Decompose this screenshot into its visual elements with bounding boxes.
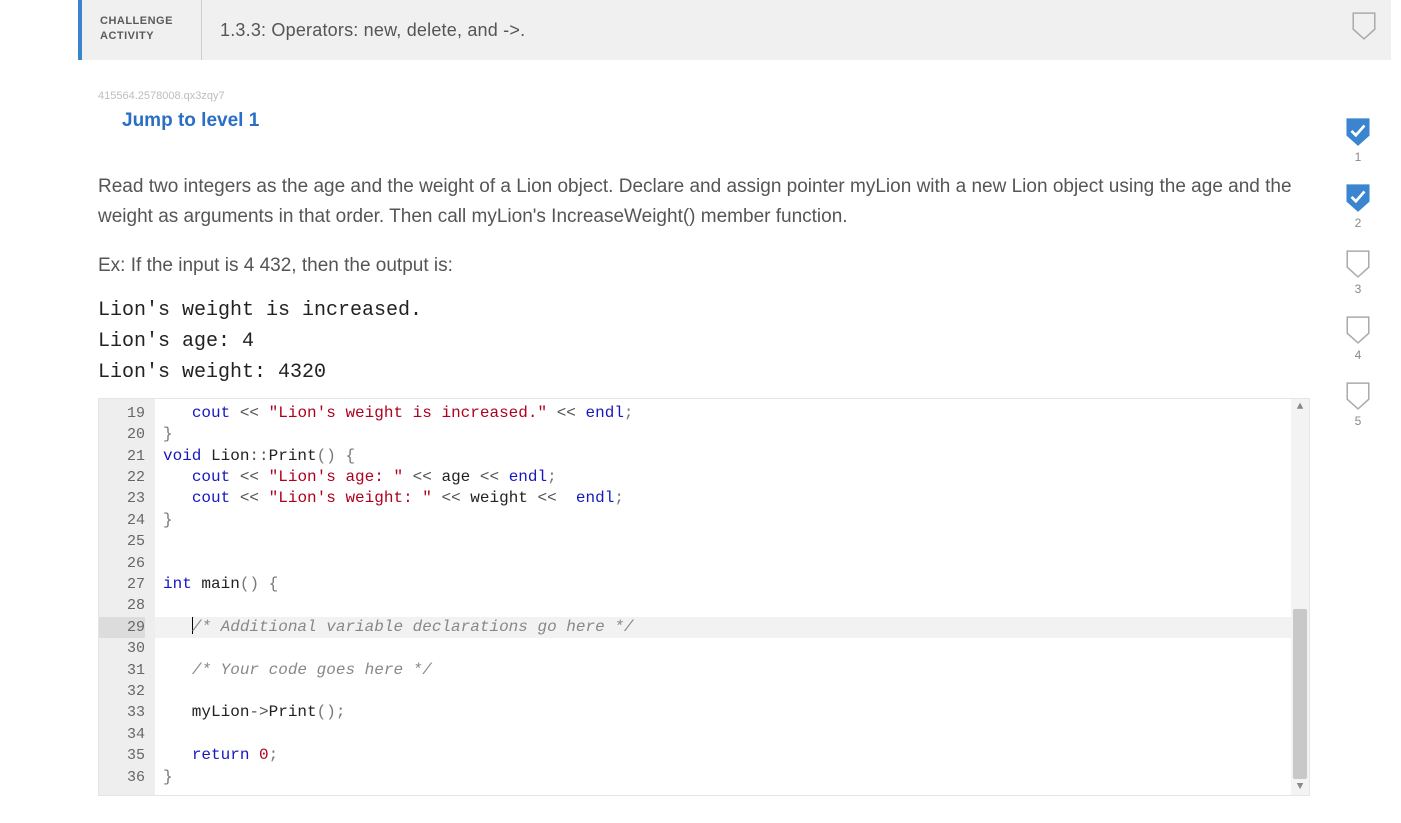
- progress-level-number: 2: [1338, 216, 1378, 230]
- challenge-header: CHALLENGE ACTIVITY 1.3.3: Operators: new…: [78, 0, 1391, 60]
- content-id: 415564.2578008.qx3zqy7: [98, 90, 1401, 102]
- example-output: Lion's weight is increased. Lion's age: …: [98, 295, 1401, 388]
- scroll-down-arrow[interactable]: ▼: [1291, 779, 1309, 795]
- editor-scrollbar[interactable]: ▲ ▼: [1291, 399, 1309, 795]
- editor-code-body[interactable]: cout << "Lion's weight is increased." <<…: [155, 399, 1291, 795]
- shield-empty-icon[interactable]: [1345, 316, 1371, 344]
- progress-column: 1 2 3 4 5: [1338, 118, 1378, 448]
- shield-done-icon[interactable]: [1345, 184, 1371, 212]
- progress-level-number: 1: [1338, 150, 1378, 164]
- progress-level-number: 3: [1338, 282, 1378, 296]
- scroll-up-arrow[interactable]: ▲: [1291, 399, 1309, 415]
- editor-gutter: 192021222324252627282930313233343536: [99, 399, 155, 795]
- scroll-thumb[interactable]: [1293, 609, 1307, 779]
- challenge-label-line1: CHALLENGE: [100, 15, 173, 27]
- shield-empty-icon[interactable]: [1345, 250, 1371, 278]
- challenge-label-line2: ACTIVITY: [100, 30, 154, 42]
- progress-level-number: 4: [1338, 348, 1378, 362]
- problem-description: Read two integers as the age and the wei…: [98, 172, 1303, 233]
- header-shield-icon: [1351, 12, 1377, 44]
- example-label: Ex: If the input is 4 432, then the outp…: [98, 255, 1401, 277]
- progress-level-number: 5: [1338, 414, 1378, 428]
- challenge-title: 1.3.3: Operators: new, delete, and ->.: [202, 0, 525, 60]
- jump-to-level-link[interactable]: Jump to level 1: [122, 110, 259, 132]
- shield-empty-icon[interactable]: [1345, 382, 1371, 410]
- code-editor[interactable]: 192021222324252627282930313233343536 cou…: [98, 398, 1310, 796]
- shield-done-icon[interactable]: [1345, 118, 1371, 146]
- challenge-activity-label: CHALLENGE ACTIVITY: [82, 0, 202, 60]
